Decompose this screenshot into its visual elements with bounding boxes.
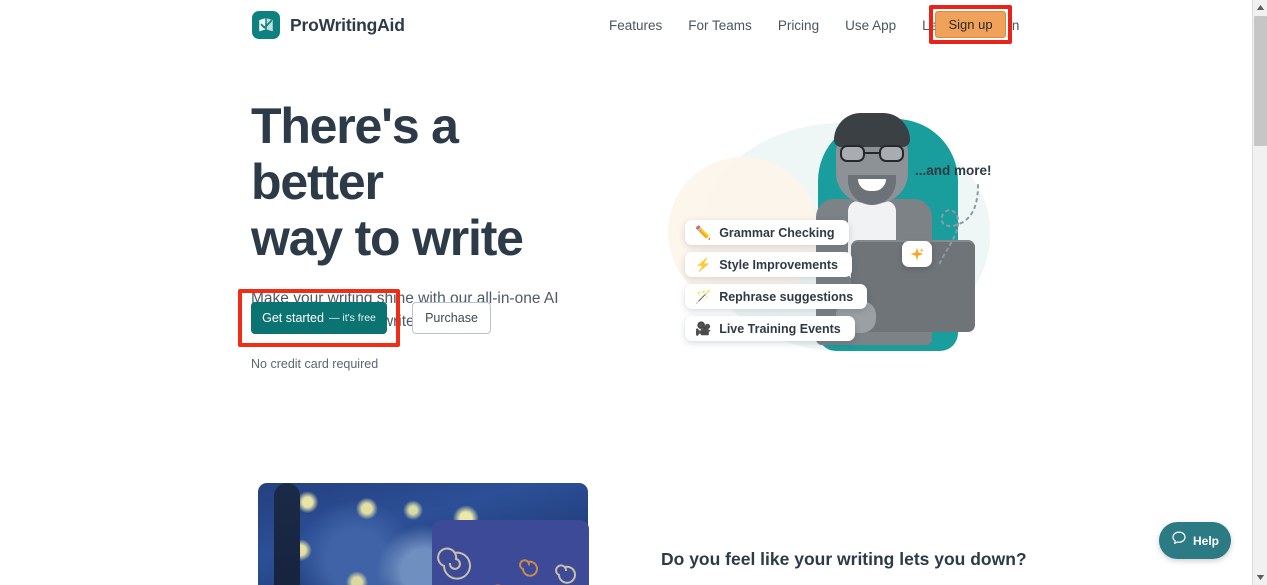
signup-button-group: Sign up bbox=[929, 5, 1012, 44]
cypress-tree-shape bbox=[274, 483, 300, 585]
section-heading: Do you feel like your writing lets you d… bbox=[661, 549, 1027, 569]
feature-pill-list: ✏️ Grammar Checking ⚡ Style Improvements… bbox=[685, 220, 868, 341]
scroll-down-arrow-icon[interactable] bbox=[1253, 570, 1267, 585]
help-widget-button[interactable]: Help bbox=[1159, 522, 1231, 559]
blue-spiral-doodle-panel bbox=[432, 520, 589, 585]
book-check-icon bbox=[252, 11, 280, 39]
get-started-note: — it's free bbox=[328, 312, 376, 324]
no-credit-card-note: No credit card required bbox=[251, 357, 379, 371]
signup-button[interactable]: Sign up bbox=[935, 11, 1006, 38]
glasses-icon bbox=[840, 145, 904, 162]
magic-wand-icon: 🪄 bbox=[695, 289, 712, 304]
hero-cta-row: Get started — it's free Purchase bbox=[238, 289, 491, 347]
page-title: There's a better way to write bbox=[251, 98, 581, 266]
feature-pill-label: Style Improvements bbox=[719, 257, 838, 272]
feature-pill-label: Rephrase suggestions bbox=[719, 289, 854, 304]
sparkle-icon bbox=[902, 241, 932, 267]
pencil-icon: ✏️ bbox=[695, 225, 712, 240]
lightning-icon: ⚡ bbox=[695, 257, 712, 272]
person-hair bbox=[834, 113, 910, 147]
glasses-bridge bbox=[865, 152, 879, 154]
brand-logo[interactable]: ProWritingAid bbox=[252, 11, 405, 39]
feature-pill-label: Grammar Checking bbox=[719, 225, 835, 240]
nav-link-for-teams[interactable]: For Teams bbox=[675, 18, 765, 33]
hero-title-line-1: There's a better bbox=[251, 98, 459, 210]
get-started-label: Get started bbox=[262, 311, 324, 325]
feature-pill-style-improvements: ⚡ Style Improvements bbox=[685, 252, 852, 277]
feature-pill-rephrase-suggestions: 🪄 Rephrase suggestions bbox=[685, 284, 868, 309]
scroll-up-arrow-icon[interactable] bbox=[1253, 0, 1267, 15]
nav-link-use-app[interactable]: Use App bbox=[832, 18, 909, 33]
hero-illustration: ...and more! ✏️ Grammar Checking ⚡ Style… bbox=[640, 105, 1020, 370]
glasses-right-lens bbox=[879, 145, 904, 162]
chat-bubble-icon bbox=[1171, 530, 1187, 551]
vertical-scrollbar[interactable] bbox=[1252, 0, 1267, 585]
feature-pill-label: Live Training Events bbox=[719, 321, 841, 336]
and-more-label: ...and more! bbox=[915, 163, 992, 178]
get-started-button[interactable]: Get started — it's free bbox=[251, 302, 387, 334]
nav-link-pricing[interactable]: Pricing bbox=[765, 18, 832, 33]
scrollbar-thumb[interactable] bbox=[1254, 16, 1267, 146]
glasses-left-lens bbox=[840, 145, 865, 162]
page-viewport: ProWritingAid Features For Teams Pricing… bbox=[0, 0, 1252, 585]
help-label: Help bbox=[1192, 533, 1219, 548]
feature-pill-live-training-events: 🎥 Live Training Events bbox=[685, 316, 855, 341]
hero-title-line-2: way to write bbox=[251, 210, 524, 266]
purchase-button[interactable]: Purchase bbox=[412, 302, 491, 334]
brand-name: ProWritingAid bbox=[290, 14, 405, 35]
site-header: ProWritingAid Features For Teams Pricing… bbox=[0, 0, 1252, 50]
get-started-button-group: Get started — it's free bbox=[238, 289, 400, 347]
film-camera-icon: 🎥 bbox=[695, 321, 712, 336]
nav-link-features[interactable]: Features bbox=[596, 18, 675, 33]
feature-pill-grammar-checking: ✏️ Grammar Checking bbox=[685, 220, 849, 245]
